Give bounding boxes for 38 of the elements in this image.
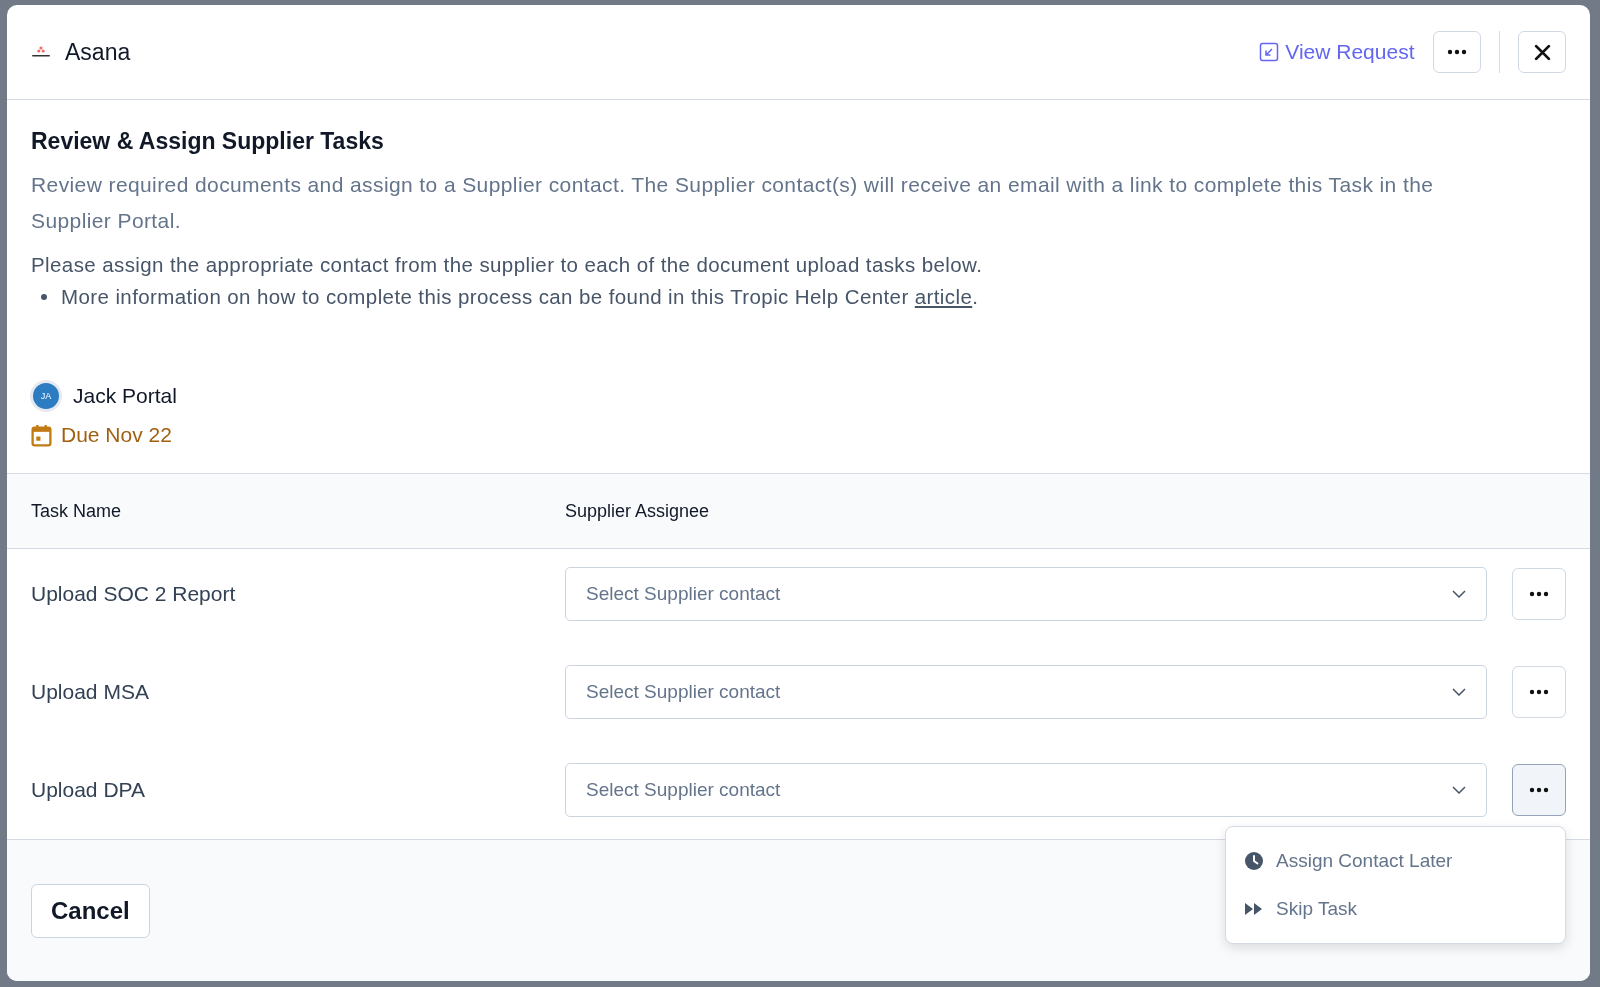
clock-icon <box>1244 851 1264 871</box>
close-button[interactable] <box>1518 31 1566 73</box>
more-button[interactable] <box>1432 31 1481 73</box>
logo-icon <box>31 46 51 58</box>
menu-item[interactable]: Skip Task <box>1226 885 1565 933</box>
fast-forward-icon <box>1244 901 1264 917</box>
article-link[interactable]: article <box>914 285 973 308</box>
column-header: Task Name <box>31 500 123 522</box>
bullet-icon <box>41 294 47 300</box>
assignee-name: Jack Portal <box>73 384 177 408</box>
task-name: Upload SOC 2 Report <box>31 582 237 606</box>
ellipsis-icon <box>1529 787 1549 793</box>
chevron-down-icon <box>1452 688 1466 696</box>
help-text: More information on how to complete this process can be found in this Tropic Help Center article. <box>61 284 979 310</box>
contact-select[interactable]: Select Supplier contact <box>565 665 1487 719</box>
ellipsis-icon <box>1529 591 1549 597</box>
column-header: Supplier Assignee <box>565 500 710 522</box>
ellipsis-icon <box>1529 689 1549 695</box>
task-name: Upload DPA <box>31 778 146 802</box>
contact-select[interactable]: Select Supplier contact <box>565 567 1487 621</box>
avatar: JA <box>33 383 59 409</box>
contact-select[interactable]: Select Supplier contact <box>565 763 1487 817</box>
instruction-text: Please assign the appropriate contact from the supplier to each of the document upload tasks below. <box>31 252 984 278</box>
app-name: Asana <box>65 38 131 66</box>
chevron-down-icon <box>1452 590 1466 598</box>
description-text: Review required documents and assign to a Supplier contact. The Supplier contact(s) will receive an email with a link to complete this Task in the Supplier Portal. <box>31 172 1435 234</box>
task-name: Upload MSA <box>31 680 150 704</box>
due-date: Due Nov 22 <box>61 423 172 447</box>
view-request-link[interactable]: View Request <box>1259 40 1415 64</box>
arrow-box-icon <box>1259 42 1280 62</box>
menu-item[interactable]: Assign Contact Later <box>1226 837 1565 885</box>
ellipsis-icon <box>1446 49 1467 55</box>
dialog-title: Review & Assign Supplier Tasks <box>31 128 385 155</box>
close-icon <box>1533 43 1551 61</box>
calendar-icon <box>31 423 52 447</box>
more-button[interactable] <box>1512 764 1566 816</box>
cancel-button[interactable]: Cancel <box>31 883 150 938</box>
chevron-down-icon <box>1452 786 1466 794</box>
